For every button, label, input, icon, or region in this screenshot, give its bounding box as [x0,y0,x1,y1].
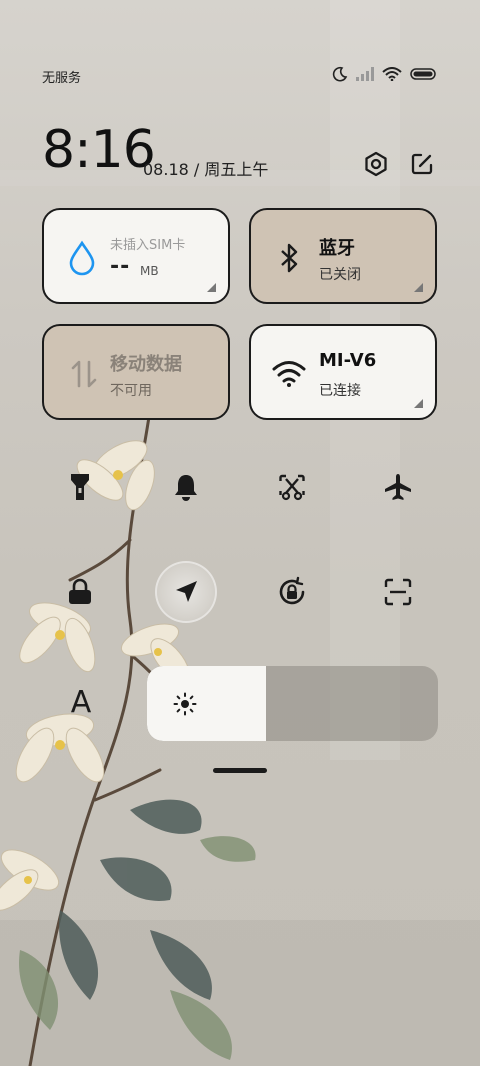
status-icons [332,66,436,82]
scan-toggle[interactable] [372,566,424,618]
wifi-icon [271,356,307,392]
expand-corner-icon [414,283,423,292]
status-bar: 无服务 [0,60,480,94]
mobile-data-title: 移动数据 [110,354,182,375]
sun-icon [173,692,197,716]
bluetooth-status: 已关闭 [319,267,361,283]
wifi-icon [382,67,402,81]
brightness-slider-fill [147,666,267,741]
wifi-network-name: MI-V6 [319,350,377,371]
airplane-icon [385,474,411,500]
lock-icon [69,578,91,604]
water-drop-icon [64,240,100,276]
bluetooth-tile[interactable]: 蓝牙 已关闭 [249,208,437,304]
sim-status-label: 未插入SIM卡 [110,238,186,253]
rotation-lock-icon [279,576,305,605]
signal-icon [356,67,374,81]
font-size-button[interactable]: A [62,684,100,722]
brightness-slider[interactable] [147,666,438,741]
expand-corner-icon [414,399,423,408]
clock-time: 8:16 [42,120,156,180]
edit-icon [411,153,433,175]
flashlight-toggle[interactable] [54,461,106,513]
mobile-data-status: 不可用 [110,383,152,399]
moon-icon [332,66,348,82]
battery-icon [410,68,436,80]
location-icon [176,581,197,602]
data-usage-unit: MB [140,264,159,278]
settings-button[interactable] [360,148,392,180]
wifi-tile[interactable]: MI-V6 已连接 [249,324,437,420]
location-toggle[interactable] [157,563,215,621]
carrier-label: 无服务 [42,71,82,86]
screenshot-toggle[interactable] [266,461,318,513]
mute-toggle[interactable] [160,461,212,513]
scan-icon [384,578,412,606]
airplane-toggle[interactable] [372,461,424,513]
wifi-status: 已连接 [319,383,361,399]
mobile-data-icon [66,356,102,392]
bluetooth-icon [271,240,307,276]
flashlight-icon [71,474,89,500]
bell-icon [175,475,197,501]
edit-button[interactable] [406,148,438,180]
drag-handle[interactable] [213,768,267,773]
settings-icon [365,151,387,177]
screenshot-icon [279,474,305,501]
data-usage-value: -- [110,254,131,279]
rotation-lock-toggle[interactable] [266,566,318,618]
mobile-data-tile[interactable]: 移动数据 不可用 [42,324,230,420]
lock-screen-toggle[interactable] [54,566,106,618]
expand-corner-icon [207,283,216,292]
date-label: 08.18 / 周五上午 [143,160,269,179]
bluetooth-title: 蓝牙 [319,238,355,259]
data-usage-tile[interactable]: 未插入SIM卡 -- MB [42,208,230,304]
